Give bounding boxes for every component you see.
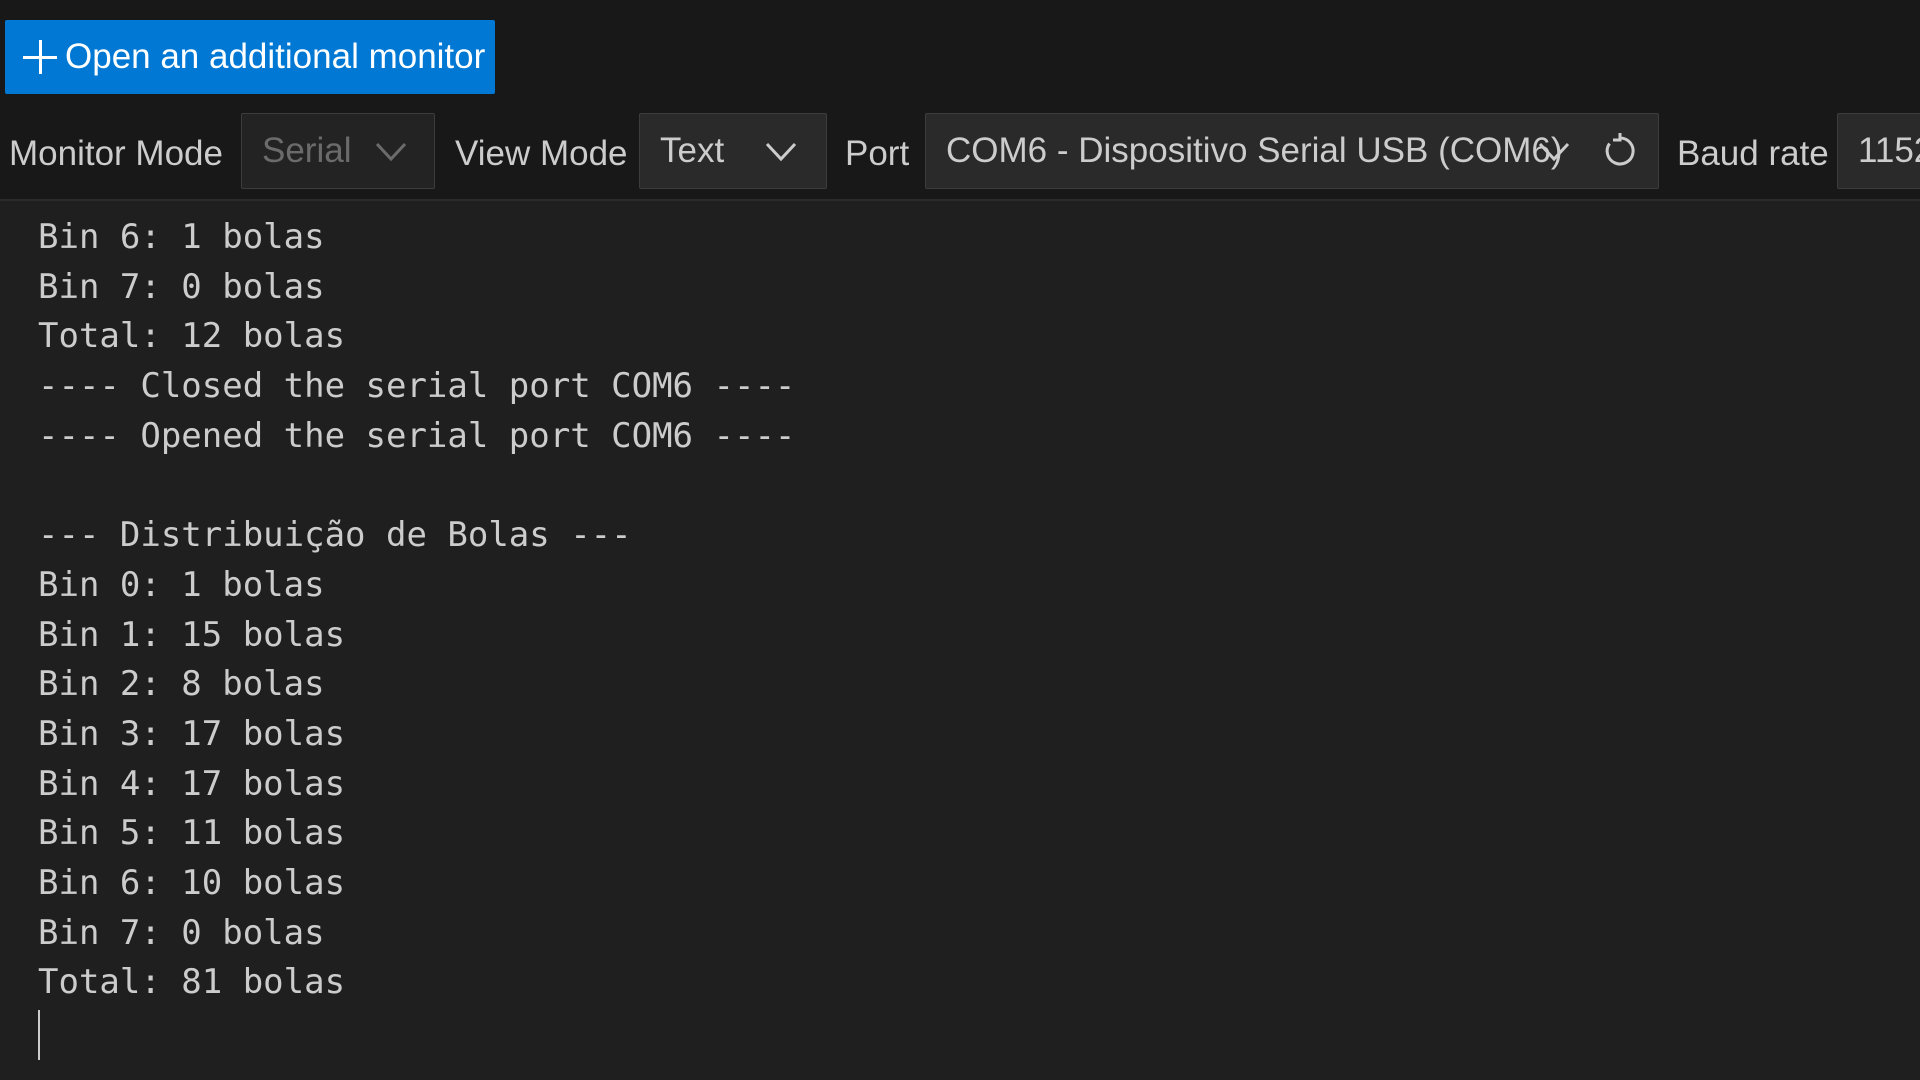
- monitor-toolbar: Monitor Mode Serial View Mode Text Port …: [0, 107, 1920, 201]
- monitor-mode-value: Serial: [262, 131, 352, 170]
- monitor-mode-select[interactable]: Serial: [241, 113, 435, 189]
- output-line: Bin 1: 15 bolas: [38, 614, 346, 655]
- output-line: ---- Opened the serial port COM6 ----: [38, 415, 796, 456]
- serial-output[interactable]: Bin 6: 1 bolas Bin 7: 0 bolas Total: 12 …: [0, 201, 1920, 1080]
- refresh-icon[interactable]: [1601, 132, 1639, 170]
- output-line: Bin 6: 1 bolas: [38, 217, 325, 257]
- baud-rate-select[interactable]: 1152: [1837, 113, 1920, 189]
- output-line: Bin 0: 1 bolas: [38, 564, 325, 605]
- output-line: Total: 81 bolas: [38, 962, 346, 1003]
- view-mode-select[interactable]: Text: [639, 113, 827, 189]
- monitor-header: Open an additional monitor: [0, 0, 1920, 107]
- output-line: Bin 3: 17 bolas: [38, 713, 346, 754]
- output-line: Total: 12 bolas: [38, 316, 346, 357]
- baud-rate-value: 1152: [1858, 131, 1920, 170]
- port-value: COM6 - Dispositivo Serial USB (COM6): [946, 131, 1563, 170]
- baud-rate-label: Baud rate: [1677, 134, 1829, 173]
- output-line: Bin 2: 8 bolas: [38, 664, 325, 705]
- output-line: Bin 6: 10 bolas: [38, 862, 346, 903]
- text-cursor: [38, 1010, 40, 1060]
- chevron-down-icon: [764, 134, 798, 168]
- chevron-down-icon: [1537, 134, 1571, 168]
- output-line: ---- Closed the serial port COM6 ----: [38, 366, 796, 407]
- port-label: Port: [845, 134, 910, 173]
- view-mode-label: View Mode: [455, 134, 628, 173]
- output-line: Bin 7: 0 bolas: [38, 912, 325, 953]
- output-line: Bin 5: 11 bolas: [38, 813, 346, 854]
- port-select[interactable]: COM6 - Dispositivo Serial USB (COM6): [925, 113, 1659, 189]
- serial-monitor-panel: Open an additional monitor Monitor Mode …: [0, 0, 1920, 1080]
- monitor-mode-label: Monitor Mode: [9, 134, 223, 173]
- output-line: Bin 4: 17 bolas: [38, 763, 346, 804]
- view-mode-value: Text: [660, 131, 725, 170]
- output-line: --- Distribuição de Bolas ---: [38, 515, 632, 556]
- output-line: Bin 7: 0 bolas: [38, 266, 325, 307]
- open-monitor-label: Open an additional monitor: [65, 37, 486, 76]
- plus-icon: [23, 40, 57, 74]
- chevron-down-icon: [374, 134, 408, 168]
- open-additional-monitor-button[interactable]: Open an additional monitor: [5, 20, 495, 94]
